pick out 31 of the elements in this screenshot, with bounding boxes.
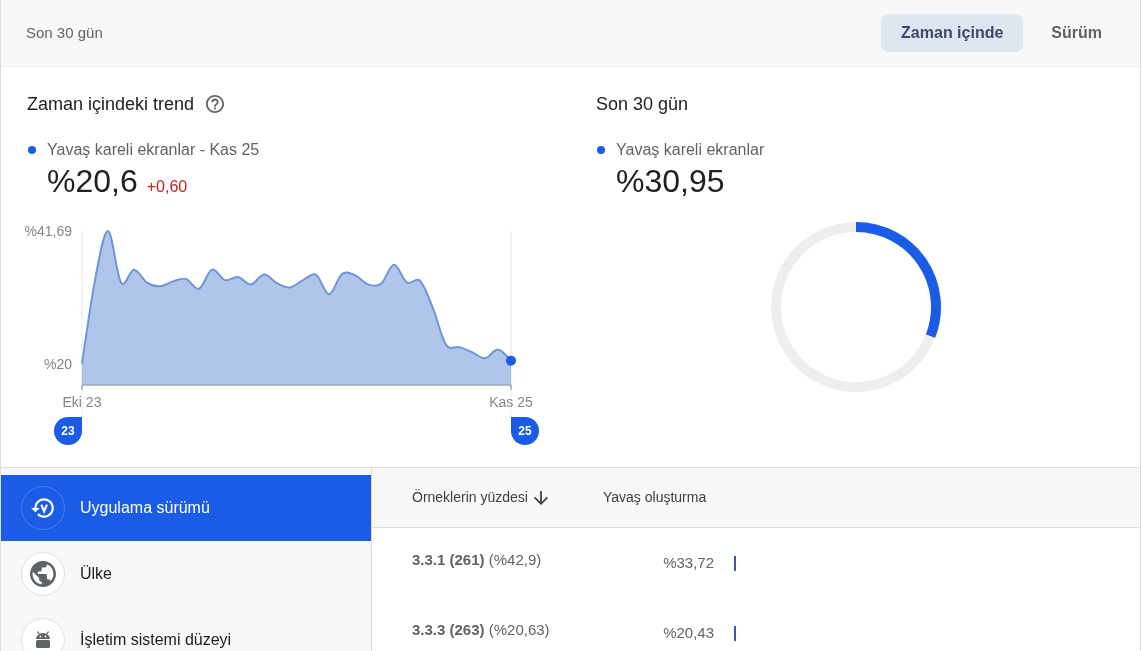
help-icon[interactable]: [206, 95, 225, 113]
column-header[interactable]: Örneklerin yüzdesi: [412, 487, 548, 508]
y-axis-label: %20: [43, 356, 72, 373]
sidebar-item[interactable]: Ülke: [1, 541, 371, 607]
legend-label: Yavaş kareli ekranlar: [616, 140, 765, 160]
metric-value: %30,95: [616, 162, 725, 201]
metric-change: +0,60: [146, 177, 188, 197]
sidebar-item[interactable]: İşletim sistemi düzeyi: [1, 607, 371, 651]
globe-icon: [21, 552, 65, 596]
table-cell-text: 3.3.3 (263) (%20,63): [412, 620, 551, 640]
x-axis-label: Kas 25: [489, 394, 533, 410]
tab[interactable]: Zaman içinde: [881, 14, 1024, 52]
sidebar-item-label: İşletim sistemi düzeyi: [80, 631, 232, 649]
column-header[interactable]: Yavaş oluşturma: [603, 487, 707, 508]
y-axis-label: %41,69: [24, 223, 72, 239]
panel-title: Son 30 gün: [596, 93, 689, 116]
tab[interactable]: Sürüm: [1033, 14, 1120, 52]
period-label: Son 30 gün: [26, 22, 103, 43]
table-cell-text: 3.3.1 (261) (%42,9): [412, 550, 543, 570]
x-axis-label: Eki 23: [62, 394, 102, 410]
legend-label: Yavaş kareli ekranlar - Kas 25: [47, 140, 260, 160]
table-cell-text: %33,72: [662, 553, 714, 573]
end-point-icon: [506, 355, 516, 366]
metric-value: %20,6: [47, 162, 138, 201]
range-handle[interactable]: 23: [54, 417, 82, 445]
sidebar-item-label: Uygulama sürümü: [80, 499, 210, 517]
range-handle[interactable]: 25: [511, 417, 539, 445]
table-cell-text: %20,43: [662, 623, 714, 643]
sidebar-item[interactable]: Uygulama sürümü: [1, 475, 371, 541]
panel-title: Zaman içindeki trend: [27, 93, 195, 116]
sidebar-item-label: Ülke: [80, 565, 112, 583]
